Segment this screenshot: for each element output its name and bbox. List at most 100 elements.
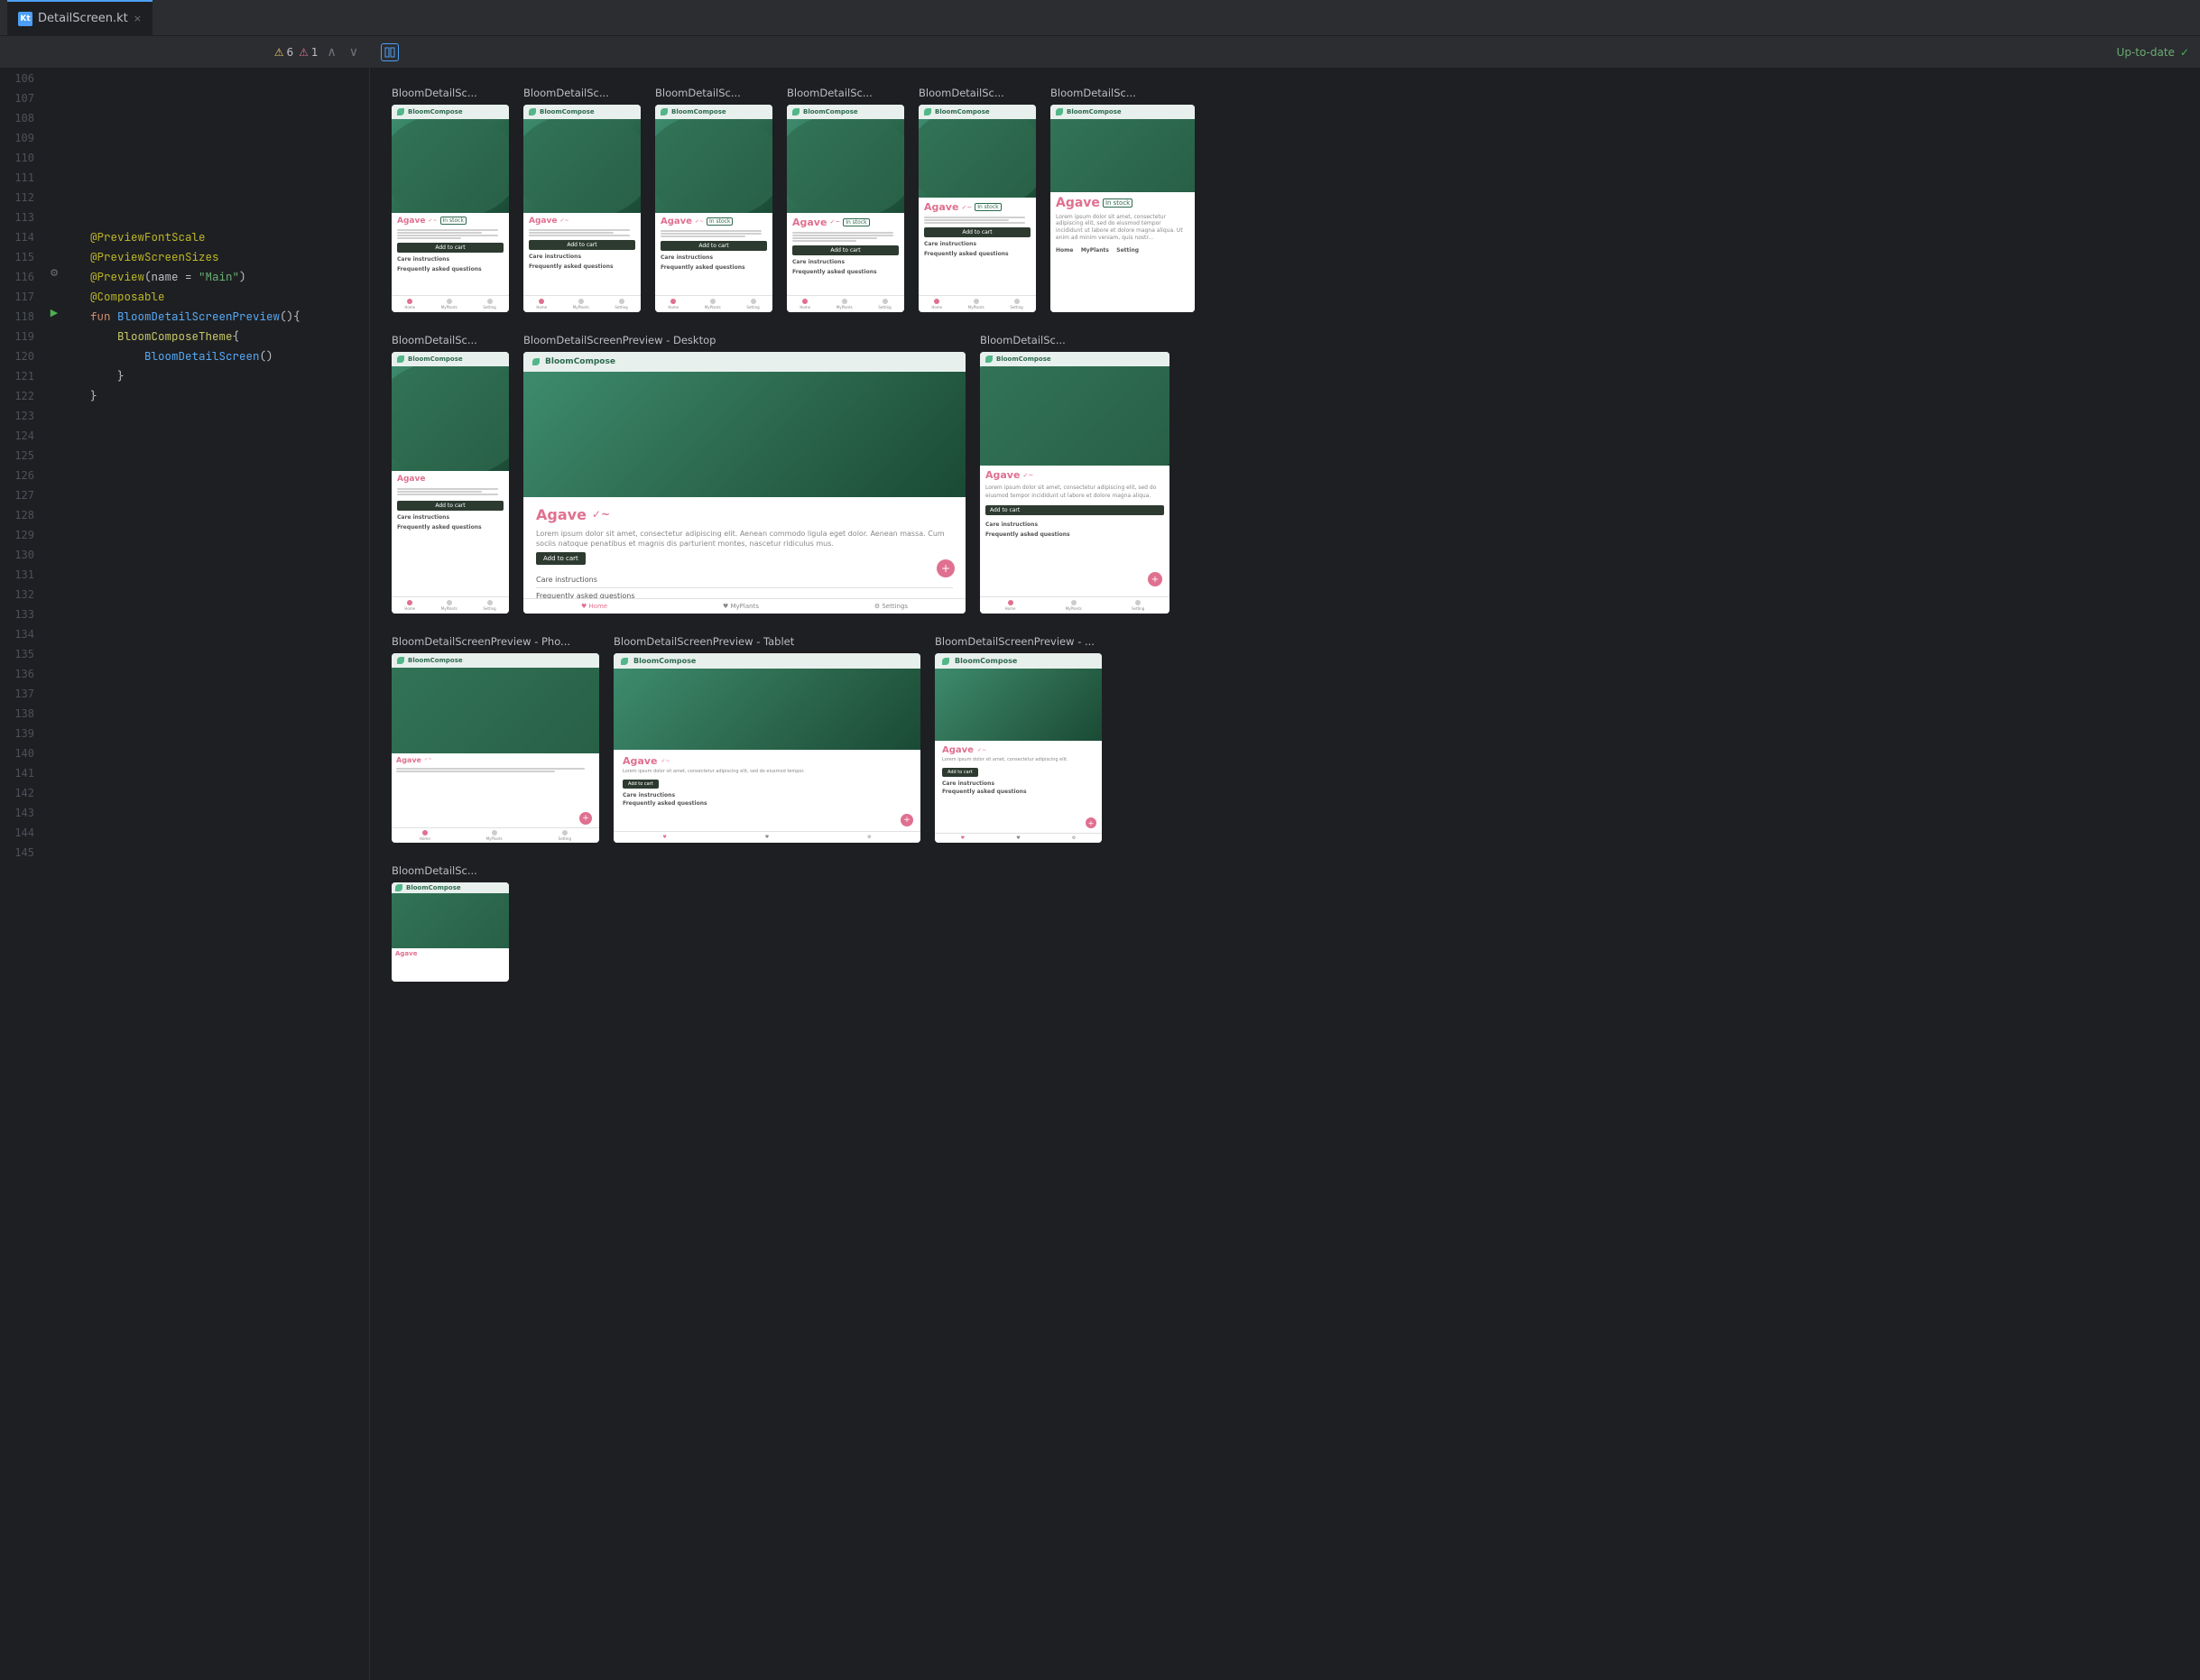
code-line-121: 121 } [0, 366, 369, 386]
code-line-128: 128 [0, 505, 369, 525]
preview-row-1: BloomDetailSc... BloomCompose Agave ✓~ I… [392, 87, 2178, 312]
preview-item-r4-1: BloomDetailSc... BloomCompose Agave [392, 864, 509, 982]
preview-card-5[interactable]: BloomCompose Agave ✓~ In stock [919, 105, 1036, 312]
code-line-142: 142 [0, 783, 369, 803]
code-line-125: 125 [0, 446, 369, 466]
preview-content[interactable]: BloomDetailSc... BloomCompose Agave ✓~ I… [370, 69, 2200, 1680]
alert-count: 1 [311, 46, 319, 59]
file-tab[interactable]: Kt DetailScreen.kt × [7, 0, 153, 36]
code-line-130: 130 [0, 545, 369, 565]
preview-card-desktop[interactable]: BloomCompose Agave ✓~ Lorem ipsum dolor … [523, 352, 966, 614]
preview-panel: Up-to-date ✓ BloomDetailSc... BloomCompo… [370, 36, 2200, 1680]
code-line-129: 129 [0, 525, 369, 545]
code-line-111: 111 [0, 168, 369, 188]
code-line-120: 120 BloomDetailScreen() [0, 346, 369, 366]
care-instructions-label: Care instructions [536, 572, 953, 588]
preview-label-2: BloomDetailSc... [523, 87, 641, 99]
code-line-116: 116 ⚙ @Preview(name = "Main") [0, 267, 369, 287]
code-line-122: 122 } [0, 386, 369, 406]
preview-item-desktop: BloomDetailScreenPreview - Desktop Bloom… [523, 334, 966, 614]
preview-card-3[interactable]: BloomCompose Agave ✓~ In stock [655, 105, 772, 312]
code-line-114: 114 @PreviewFontScale [0, 227, 369, 247]
preview-row-4: BloomDetailSc... BloomCompose Agave [392, 864, 2178, 982]
alert-badge: ⚠ 1 [299, 46, 318, 59]
preview-row-2: BloomDetailSc... BloomCompose Agave [392, 334, 2178, 614]
preview-card-6[interactable]: BloomCompose Agave In stock Lorem ipsum … [1050, 105, 1195, 312]
run-gutter-icon[interactable]: ▶ [51, 307, 58, 318]
preview-card-r2-1[interactable]: BloomCompose Agave Add to cart [392, 352, 509, 614]
code-area[interactable]: 106 107 108 109 110 [0, 69, 369, 1680]
code-line-140: 140 [0, 743, 369, 763]
code-line-141: 141 [0, 763, 369, 783]
tab-close-button[interactable]: × [134, 13, 142, 24]
warning-badge: ⚠ 6 [274, 46, 293, 59]
code-line-137: 137 [0, 684, 369, 704]
fab-icon-medium[interactable]: + [1148, 572, 1162, 586]
preview-label-phone-wide: BloomDetailScreenPreview - Pho... [392, 635, 599, 648]
code-line-123: 123 [0, 406, 369, 426]
preview-card-r2-right[interactable]: BloomCompose Agave ✓~ Lorem ipsum dolor … [980, 352, 1169, 614]
code-line-131: 131 [0, 565, 369, 585]
preview-item-5: BloomDetailSc... BloomCompose Agave ✓~ I… [919, 87, 1036, 312]
care-instructions-tablet-s: Care instructions [942, 780, 1095, 787]
code-line-112: 112 [0, 188, 369, 208]
preview-card-tablet-small[interactable]: BloomCompose Agave ✓~ Lorem ipsum dolor … [935, 653, 1102, 843]
preview-card-4[interactable]: BloomCompose Agave ✓~ In stock [787, 105, 904, 312]
preview-label-4: BloomDetailSc... [787, 87, 904, 99]
code-line-127: 127 [0, 485, 369, 505]
alert-icon: ⚠ [299, 46, 309, 59]
preview-status: Up-to-date ✓ [2117, 46, 2189, 59]
preview-item-4: BloomDetailSc... BloomCompose Agave ✓~ I… [787, 87, 904, 312]
preview-item-6: BloomDetailSc... BloomCompose Agave In s… [1050, 87, 1195, 312]
code-line-109: 109 [0, 128, 369, 148]
code-editor: ⚠ 6 ⚠ 1 ∧ ∨ 106 107 108 [0, 36, 370, 1680]
code-line-106: 106 [0, 69, 369, 88]
code-line-118: 118 ▶ fun BloomDetailScreenPreview(){ [0, 307, 369, 327]
nav-up-button[interactable]: ∧ [324, 42, 340, 61]
preview-label-6: BloomDetailSc... [1050, 87, 1195, 99]
code-line-135: 135 [0, 644, 369, 664]
code-line-133: 133 [0, 605, 369, 624]
code-line-134: 134 [0, 624, 369, 644]
preview-item-tablet-small: BloomDetailScreenPreview - ... BloomComp… [935, 635, 1102, 843]
code-line-138: 138 [0, 704, 369, 724]
status-text: Up-to-date [2117, 46, 2175, 59]
preview-label-r4-1: BloomDetailSc... [392, 864, 509, 877]
faq-tablet: Frequently asked questions [623, 800, 911, 807]
code-line-145: 145 [0, 843, 369, 863]
warning-count: 6 [286, 46, 293, 59]
code-line-144: 144 [0, 823, 369, 843]
fab-icon[interactable]: + [937, 559, 955, 577]
split-view-icon[interactable] [381, 43, 399, 61]
preview-row-3: BloomDetailScreenPreview - Pho... BloomC… [392, 635, 2178, 843]
preview-card-1[interactable]: BloomCompose Agave ✓~ In stock [392, 105, 509, 312]
code-line-110: 110 [0, 148, 369, 168]
preview-card-r4-1[interactable]: BloomCompose Agave [392, 882, 509, 982]
code-toolbar: ⚠ 6 ⚠ 1 ∧ ∨ [0, 36, 369, 69]
preview-label-desktop: BloomDetailScreenPreview - Desktop [523, 334, 966, 346]
code-line-108: 108 [0, 108, 369, 128]
preview-item-1: BloomDetailSc... BloomCompose Agave ✓~ I… [392, 87, 509, 312]
preview-label-tablet: BloomDetailScreenPreview - Tablet [614, 635, 920, 648]
code-line-119: 119 BloomComposeTheme{ [0, 327, 369, 346]
settings-gutter-icon[interactable]: ⚙ [50, 267, 59, 279]
preview-label-r2-1: BloomDetailSc... [392, 334, 509, 346]
preview-card-tablet[interactable]: BloomCompose Agave ✓~ Lorem ipsum dolor … [614, 653, 920, 843]
tab-bar: Kt DetailScreen.kt × [0, 0, 2200, 36]
preview-toolbar: Up-to-date ✓ [370, 36, 2200, 69]
code-line-117: 117 @Composable [0, 287, 369, 307]
status-checkmark: ✓ [2180, 46, 2189, 59]
tab-filename: DetailScreen.kt [38, 12, 128, 25]
preview-item-r2-right: BloomDetailSc... BloomCompose Agave ✓~ L… [980, 334, 1169, 614]
preview-label-5: BloomDetailSc... [919, 87, 1036, 99]
nav-down-button[interactable]: ∨ [346, 42, 362, 61]
preview-label-1: BloomDetailSc... [392, 87, 509, 99]
code-line-132: 132 [0, 585, 369, 605]
preview-card-2[interactable]: BloomCompose Agave ✓~ [523, 105, 641, 312]
code-line-113: 113 [0, 208, 369, 227]
main-layout: ⚠ 6 ⚠ 1 ∧ ∨ 106 107 108 [0, 36, 2200, 1680]
code-line-115: 115 @PreviewScreenSizes [0, 247, 369, 267]
care-instructions-tablet: Care instructions [623, 792, 911, 798]
preview-card-phone-wide[interactable]: BloomCompose Agave ✓~ [392, 653, 599, 843]
code-line-136: 136 [0, 664, 369, 684]
